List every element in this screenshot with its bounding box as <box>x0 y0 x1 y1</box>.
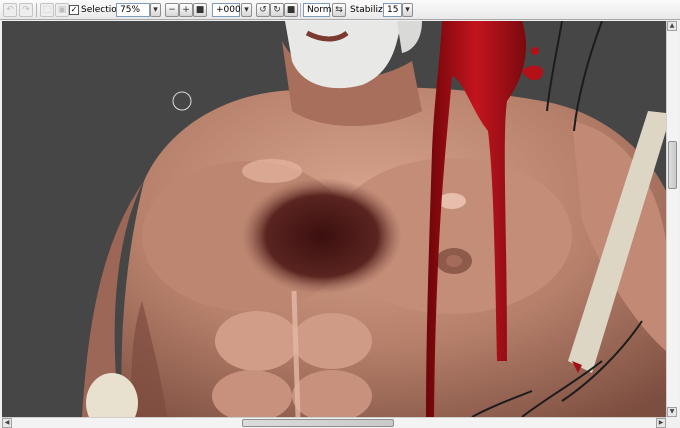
chevron-down-icon: ▾ <box>405 4 410 15</box>
toolbar-separator <box>36 3 37 17</box>
horizontal-scroll-thumb[interactable] <box>242 419 394 427</box>
undo-icon[interactable]: ↶ <box>3 3 17 17</box>
ab <box>215 311 299 371</box>
horizontal-scrollbar[interactable]: ◀ ▶ <box>2 417 666 428</box>
canvas-toolbar: ↶ ↷ ⬚ ▣ ✓ Selection 75% ▾ − + ■ +000° ▾ … <box>0 0 680 20</box>
artwork <box>82 21 666 417</box>
nipple-center <box>446 255 462 267</box>
scroll-down-icon[interactable]: ▼ <box>667 407 677 417</box>
zoom-reset-icon[interactable]: ■ <box>193 3 207 17</box>
chest-hair <box>242 178 402 294</box>
deselect-icon[interactable]: ⬚ <box>40 3 54 17</box>
redo-icon[interactable]: ↷ <box>19 3 33 17</box>
rotate-left-icon[interactable]: ↺ <box>256 3 270 17</box>
stabilizer-field[interactable]: 15 <box>383 3 402 17</box>
invert-selection-icon[interactable]: ▣ <box>55 3 69 17</box>
chevron-down-icon: ▾ <box>244 4 249 15</box>
vertical-scrollbar[interactable]: ▲ ▼ <box>666 21 678 417</box>
pec-highlight <box>242 159 302 183</box>
zoom-dropdown-button[interactable]: ▾ <box>150 3 161 17</box>
rotate-right-icon[interactable]: ↻ <box>270 3 284 17</box>
scroll-up-icon[interactable]: ▲ <box>667 21 677 31</box>
zoom-out-icon[interactable]: − <box>165 3 179 17</box>
zoom-field[interactable]: 75% <box>116 3 150 17</box>
scroll-right-icon[interactable]: ▶ <box>656 418 666 428</box>
pec-highlight <box>438 193 466 209</box>
brush-cursor <box>172 91 192 111</box>
ab <box>292 313 372 369</box>
drawing-canvas[interactable] <box>2 21 666 417</box>
scroll-left-icon[interactable]: ◀ <box>2 418 12 428</box>
rotation-field[interactable]: +000° <box>212 3 245 17</box>
blend-mode-field[interactable]: Normal <box>303 3 340 17</box>
zoom-in-icon[interactable]: + <box>179 3 193 17</box>
beard-side <box>397 21 422 53</box>
rotate-reset-icon[interactable]: ■ <box>284 3 298 17</box>
blood-splash <box>522 65 543 81</box>
chevron-down-icon: ▾ <box>153 4 158 15</box>
selection-checkbox[interactable]: ✓ <box>69 5 79 15</box>
checkmark-icon: ✓ <box>70 5 78 14</box>
vertical-scroll-thumb[interactable] <box>668 141 677 189</box>
blood-spatter <box>531 47 539 55</box>
rotation-dropdown-button[interactable]: ▾ <box>241 3 252 17</box>
toolbar-separator <box>300 3 301 17</box>
flip-icon[interactable]: ⇆ <box>332 3 346 17</box>
stabilizer-dropdown-button[interactable]: ▾ <box>402 3 413 17</box>
